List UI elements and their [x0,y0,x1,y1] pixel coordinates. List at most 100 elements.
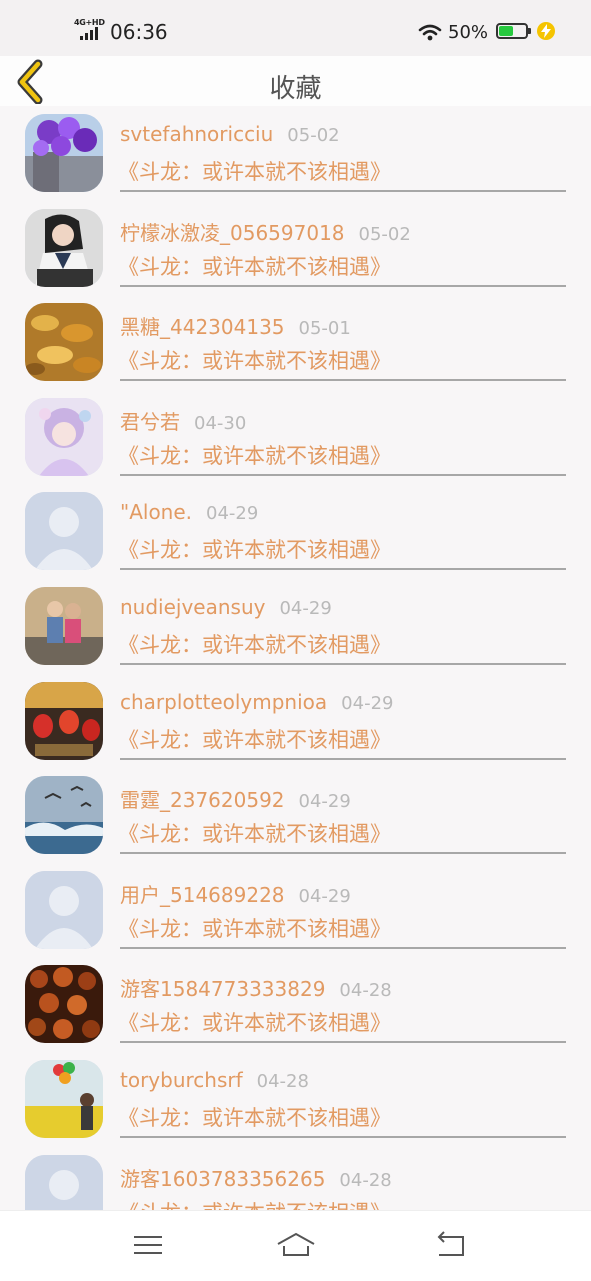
list-item[interactable]: svtefahnoricciu 05-02 《斗龙：或许本就不该相遇》 [0,106,591,201]
username-text: 雷霆_237620592 [120,788,285,813]
favorite-date: 04-28 [339,980,392,1002]
story-title-link[interactable]: 《斗龙：或许本就不该相遇》 [118,1102,391,1132]
user-avatar[interactable] [25,586,103,665]
row-divider [120,284,566,287]
favorite-date: 05-02 [287,125,340,146]
story-title-link[interactable]: 《斗龙：或许本就不该相遇》 [118,345,391,375]
username[interactable]: svtefahnoricciu 05-02 [120,122,340,146]
favorite-date: 04-29 [206,503,259,525]
story-title-link[interactable]: 《斗龙：或许本就不该相遇》 [118,251,391,281]
username[interactable]: "Alone. 04-29 [120,500,258,524]
username[interactable]: nudiejveansuy 04-29 [120,595,332,619]
wifi-icon [418,24,442,41]
username[interactable]: 游客1603783356265 04-28 [120,1163,392,1192]
user-avatar[interactable] [25,114,103,192]
favorite-date: 04-28 [256,1070,309,1092]
user-avatar[interactable] [25,1059,103,1138]
user-avatar[interactable] [25,208,103,287]
list-item[interactable]: 黑糖_442304135 05-01 《斗龙：或许本就不该相遇》 [0,295,591,390]
username[interactable]: 用户_514689228 04-29 [120,879,351,908]
status-time: 06:36 [110,20,168,44]
charging-icon [537,22,555,40]
list-item[interactable]: 柠檬冰激凌_056597018 05-02 《斗龙：或许本就不该相遇》 [0,201,591,296]
favorite-date: 04-29 [298,885,351,907]
battery-percent: 50% [448,22,489,43]
home-icon [277,1232,315,1256]
system-nav-bar [0,1210,591,1281]
username[interactable]: toryburchsrf 04-28 [120,1068,309,1092]
username[interactable]: charplotteolympnioa 04-29 [120,690,393,714]
favorite-date: 04-29 [298,791,351,813]
story-title-link[interactable]: 《斗龙：或许本就不该相遇》 [118,440,391,470]
default-avatar-icon[interactable] [25,492,103,571]
favorite-date: 04-28 [339,1169,392,1191]
username-text: toryburchsrf [120,1067,243,1092]
list-item[interactable]: 用户_514689228 04-29 《斗龙：或许本就不该相遇》 [0,863,591,958]
back-icon [437,1231,464,1256]
user-avatar[interactable] [25,303,103,382]
list-item[interactable]: charplotteolympnioa 04-29 《斗龙：或许本就不该相遇》 [0,674,591,769]
username-text: "Alone. [120,500,193,525]
username[interactable]: 柠檬冰激凌_056597018 05-02 [120,217,411,246]
list-item[interactable]: 雷霆_237620592 04-29 《斗龙：或许本就不该相遇》 [0,768,591,863]
username[interactable]: 游客1584773333829 04-28 [120,973,392,1002]
header-bar: 收藏 [0,56,591,106]
row-divider [120,946,566,949]
user-avatar[interactable] [25,776,103,855]
username-text: 君兮若 [120,409,180,434]
signal-icon: 4G+HD [74,18,106,42]
home-button[interactable] [275,1229,317,1261]
row-divider [120,379,566,382]
list-item[interactable]: toryburchsrf 04-28 《斗龙：或许本就不该相遇》 [0,1052,591,1147]
menu-button[interactable] [128,1229,168,1261]
row-divider [120,568,566,571]
list-item[interactable]: 游客1603783356265 04-28 《斗龙：或许本就不该相遇》 [0,1147,591,1210]
user-avatar[interactable] [25,681,103,760]
username[interactable]: 君兮若 04-30 [120,406,246,435]
row-divider [120,1135,566,1138]
back-nav-button[interactable] [431,1229,471,1261]
story-title-link[interactable]: 《斗龙：或许本就不该相遇》 [118,724,391,754]
row-divider [120,852,566,855]
username-text: 游客1603783356265 [120,1166,326,1191]
username-text: 游客1584773333829 [120,977,326,1002]
network-type-label: 4G+HD [74,18,105,27]
username-text: 柠檬冰激凌_056597018 [120,220,345,245]
username-text: nudiejveansuy [120,594,266,619]
list-item[interactable]: "Alone. 04-29 《斗龙：或许本就不该相遇》 [0,484,591,579]
row-divider [120,757,566,760]
story-title-link[interactable]: 《斗龙：或许本就不该相遇》 [118,629,391,659]
battery-icon [496,23,531,39]
favorites-list: svtefahnoricciu 05-02 《斗龙：或许本就不该相遇》 柠檬冰激凌… [0,106,591,1210]
status-bar: 4G+HD 06:36 50% [0,0,591,56]
story-title-link[interactable]: 《斗龙：或许本就不该相遇》 [118,156,391,186]
page-title: 收藏 [269,74,322,104]
favorite-date: 04-29 [341,692,394,714]
row-divider [120,190,566,192]
username[interactable]: 黑糖_442304135 05-01 [120,311,351,340]
list-item[interactable]: 游客1584773333829 04-28 《斗龙：或许本就不该相遇》 [0,957,591,1052]
favorite-date: 04-29 [279,597,332,619]
menu-icon [134,1236,162,1254]
username-text: 用户_514689228 [120,882,285,907]
story-title-link[interactable]: 《斗龙：或许本就不该相遇》 [118,818,391,848]
username[interactable]: 雷霆_237620592 04-29 [120,784,351,813]
default-avatar-icon[interactable] [25,1154,103,1210]
list-item[interactable]: nudiejveansuy 04-29 《斗龙：或许本就不该相遇》 [0,579,591,674]
row-divider [120,662,566,665]
username-text: svtefahnoricciu [120,122,274,146]
story-title-link[interactable]: 《斗龙：或许本就不该相遇》 [118,534,391,564]
row-divider [120,473,566,476]
user-avatar[interactable] [25,397,103,476]
story-title-link[interactable]: 《斗龙：或许本就不该相遇》 [118,1007,391,1037]
story-title-link[interactable]: 《斗龙：或许本就不该相遇》 [118,913,391,943]
row-divider [120,1041,566,1044]
list-item[interactable]: 君兮若 04-30 《斗龙：或许本就不该相遇》 [0,390,591,485]
username-text: 黑糖_442304135 [120,315,285,340]
user-avatar[interactable] [25,965,103,1044]
story-title-link[interactable]: 《斗龙：或许本就不该相遇》 [118,1197,391,1210]
favorite-date: 05-02 [358,223,411,245]
default-avatar-icon[interactable] [25,870,103,949]
favorite-date: 05-01 [298,318,351,340]
favorite-date: 04-30 [194,412,247,434]
